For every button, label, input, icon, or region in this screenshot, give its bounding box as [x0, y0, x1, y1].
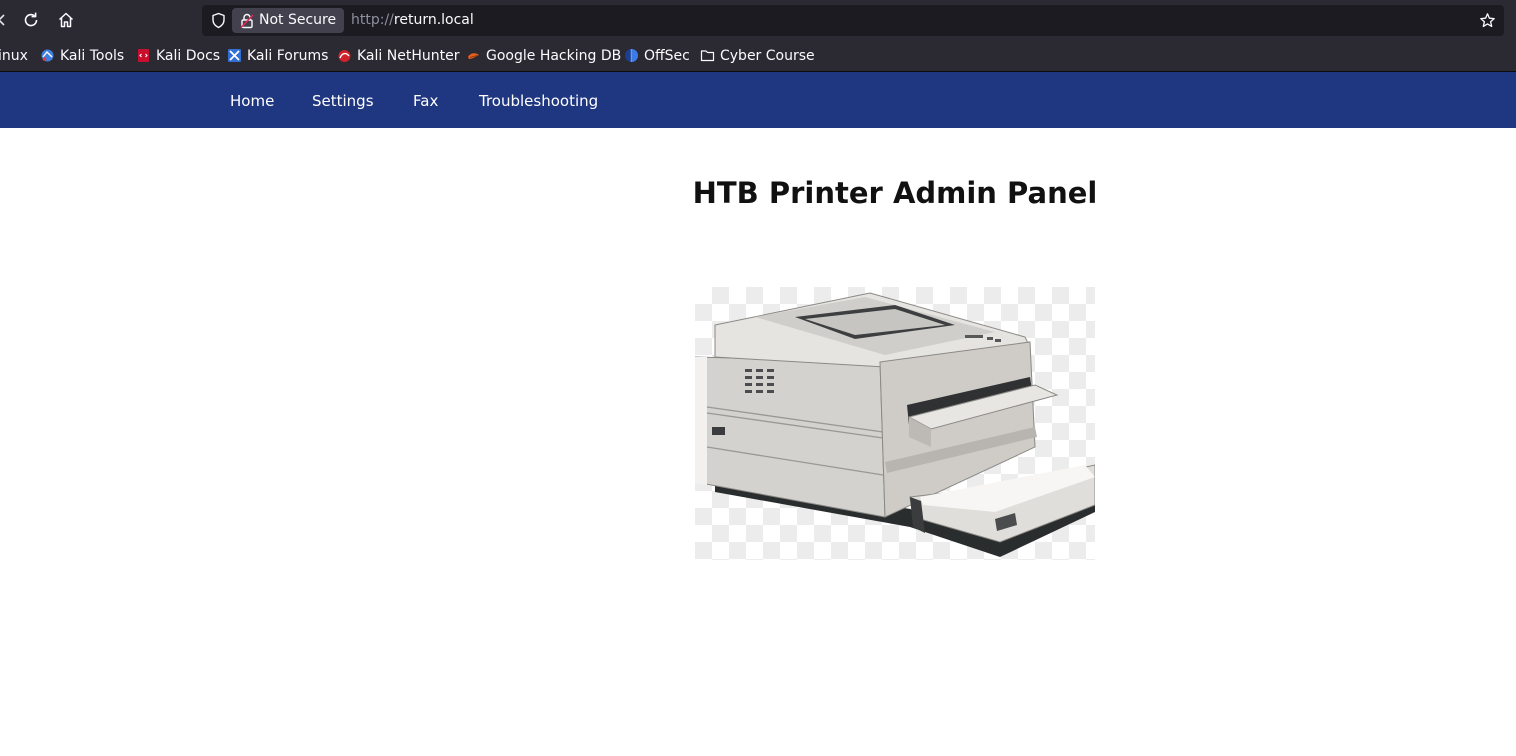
site-navbar: Home Settings Fax Troubleshooting	[0, 72, 1516, 128]
nav-fax-link[interactable]: Fax	[413, 72, 438, 128]
bookmark-label: inux	[0, 47, 28, 64]
exploit-db-icon	[468, 53, 479, 59]
bookmark-kali-linux[interactable]: inux	[0, 40, 28, 71]
bookmark-offsec[interactable]: OffSec	[624, 40, 690, 71]
security-label: Not Secure	[259, 12, 337, 28]
printer-image	[695, 287, 1095, 560]
home-icon[interactable]	[54, 8, 78, 32]
bookmark-label: OffSec	[644, 47, 690, 64]
kali-nethunter-icon	[338, 50, 351, 62]
bookmark-kali-tools[interactable]: Kali Tools	[40, 40, 124, 71]
bookmark-label: Kali Docs	[156, 47, 221, 64]
bookmark-kali-docs[interactable]: Kali Docs	[136, 40, 220, 71]
bookmark-label: Kali Forums	[247, 47, 329, 64]
bookmark-label: Kali Tools	[60, 47, 125, 64]
url-bar[interactable]: Not Secure http://return.local	[202, 5, 1504, 36]
url-text[interactable]: http://return.local	[351, 5, 474, 36]
security-indicator[interactable]: Not Secure	[232, 8, 345, 33]
offsec-icon	[625, 49, 638, 62]
back-arrow-icon[interactable]	[0, 8, 14, 32]
bookmark-star-icon[interactable]	[1479, 12, 1496, 29]
nav-troubleshooting-link[interactable]: Troubleshooting	[479, 72, 598, 128]
bookmark-label: Cyber Course	[720, 47, 815, 64]
folder-icon	[700, 50, 715, 62]
page-title: HTB Printer Admin Panel	[692, 176, 1098, 210]
printer-icon	[695, 292, 1095, 557]
insecure-lock-icon	[240, 13, 254, 28]
bookmark-label: Google Hacking DB	[486, 47, 622, 64]
kali-forums-icon	[228, 49, 241, 62]
nav-settings-link[interactable]: Settings	[312, 72, 374, 128]
bookmark-google-hacking-db[interactable]: Google Hacking DB	[466, 40, 621, 71]
reload-icon[interactable]	[19, 8, 43, 32]
bookmark-label: Kali NetHunter	[357, 47, 460, 64]
bookmark-kali-nethunter[interactable]: Kali NetHunter	[337, 40, 459, 71]
bookmarks-bar: inux Kali Tools Kali Docs Kali Forums Ka…	[0, 40, 1516, 72]
browser-toolbar: Not Secure http://return.local	[0, 0, 1516, 40]
shield-icon[interactable]	[210, 12, 227, 29]
kali-docs-icon	[138, 49, 149, 62]
kali-tools-icon	[41, 49, 54, 62]
url-protocol: http://	[351, 12, 394, 28]
bookmark-kali-forums[interactable]: Kali Forums	[227, 40, 328, 71]
bookmark-folder-cyber-course[interactable]: Cyber Course	[700, 40, 815, 71]
url-host: return.local	[393, 12, 474, 28]
nav-home-link[interactable]: Home	[230, 72, 274, 128]
